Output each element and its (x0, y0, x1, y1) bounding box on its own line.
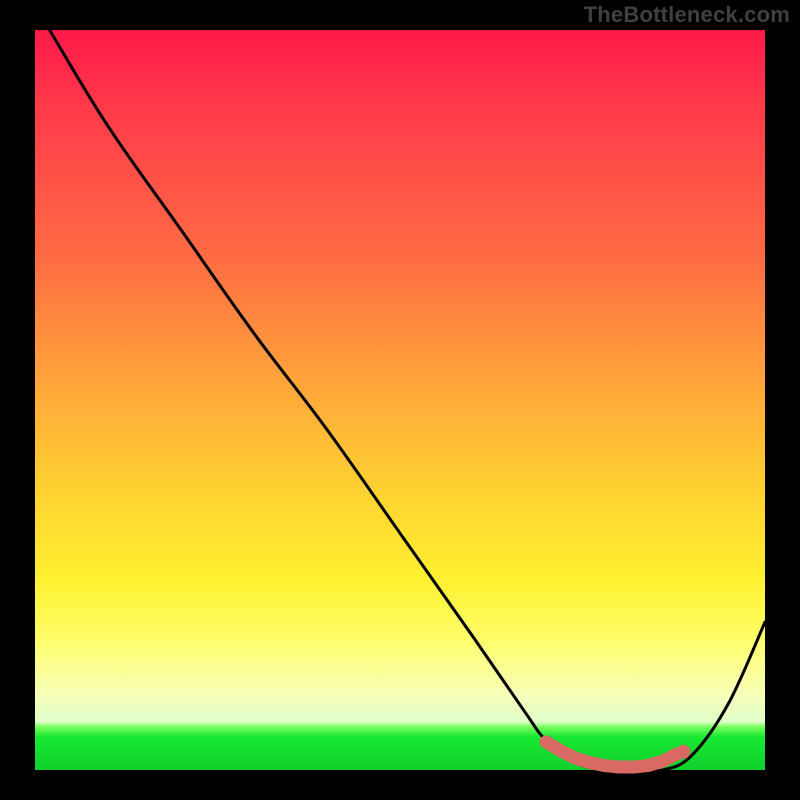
optimal-range-line (546, 742, 677, 767)
chart-container: TheBottleneck.com (0, 0, 800, 800)
plot-area (35, 30, 765, 770)
bottleneck-curve-line (50, 30, 765, 771)
bottleneck-curve-svg (35, 30, 765, 770)
optimal-range-markers (546, 742, 690, 767)
watermark-text: TheBottleneck.com (584, 2, 790, 28)
optimal-range-end-dot (676, 745, 690, 759)
